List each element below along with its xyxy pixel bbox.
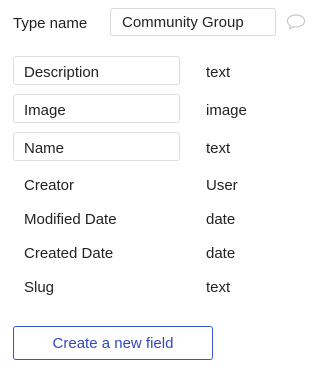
field-name-slug: Slug [24,279,55,296]
field-type: User [206,177,238,194]
speech-bubble-icon[interactable] [286,13,306,31]
type-name-input[interactable] [110,8,276,36]
field-name: Name [24,140,65,157]
field-type: date [206,211,236,228]
field-name: Image [24,102,66,119]
field-type: date [206,245,236,262]
field-type: image [206,102,247,119]
field-name-created-date: Created Date [24,245,114,262]
create-new-field-button[interactable]: Create a new field [13,326,213,360]
field-type: text [206,64,231,81]
type-name-label: Type name [13,15,88,32]
field-type: text [206,279,231,296]
field-name-modified-date: Modified Date [24,211,117,228]
field-name: Description [24,64,100,81]
field-name-creator: Creator [24,177,75,194]
field-type: text [206,140,231,157]
